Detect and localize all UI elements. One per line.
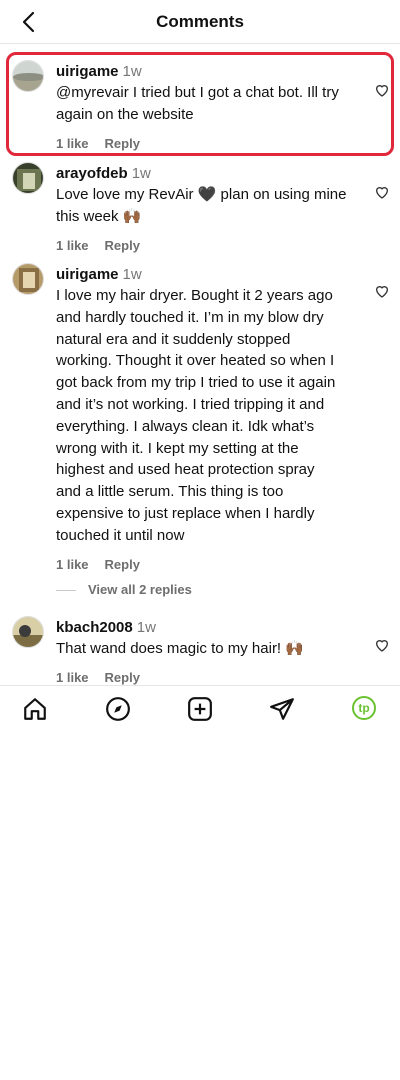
comment-username[interactable]: uirigame	[56, 266, 119, 283]
explore-icon[interactable]	[105, 696, 131, 722]
create-icon[interactable]	[187, 696, 213, 722]
comment-time: 1w	[122, 63, 142, 80]
profile-avatar[interactable]: tp	[352, 696, 376, 720]
comment-text: That wand does magic to my hair! 🙌🏾	[56, 640, 304, 657]
direct-message-icon[interactable]	[269, 696, 295, 722]
like-count[interactable]: 1 like	[56, 136, 89, 151]
reply-button[interactable]: Reply	[105, 136, 140, 151]
comment-username[interactable]: arayofdeb	[56, 165, 128, 182]
avatar[interactable]	[12, 60, 44, 92]
home-icon[interactable]	[22, 696, 48, 722]
comment-time: 1w	[131, 165, 151, 182]
replies-divider	[56, 590, 76, 592]
view-replies-label: View all 2 replies	[88, 582, 192, 597]
header-bar: Comments	[0, 0, 400, 44]
heart-icon[interactable]	[374, 82, 390, 98]
comment-username[interactable]: kbach2008	[56, 619, 133, 636]
page-title: Comments	[156, 12, 244, 31]
avatar[interactable]	[12, 263, 44, 295]
reply-button[interactable]: Reply	[105, 238, 140, 253]
avatar[interactable]	[12, 616, 44, 648]
heart-icon[interactable]	[374, 637, 390, 653]
bottom-tab-bar: tp	[0, 685, 400, 731]
comment-time: 1w	[136, 619, 156, 636]
like-count[interactable]: 1 like	[56, 238, 89, 253]
like-count[interactable]: 1 like	[56, 670, 89, 685]
comment-time: 1w	[122, 266, 142, 283]
heart-icon[interactable]	[374, 283, 390, 299]
view-replies-button[interactable]: View all 2 replies	[56, 582, 192, 597]
reply-button[interactable]: Reply	[105, 670, 140, 685]
heart-icon[interactable]	[374, 184, 390, 200]
reply-button[interactable]: Reply	[105, 557, 140, 572]
comment-text: I love my hair dryer. Bought it 2 years …	[56, 287, 336, 544]
comment-username[interactable]: uirigame	[56, 63, 119, 80]
avatar[interactable]	[12, 162, 44, 194]
comment-text: Love love my RevAir 🖤 plan on using mine…	[56, 186, 347, 225]
like-count[interactable]: 1 like	[56, 557, 89, 572]
comment-text: @myrevair I tried but I got a chat bot. …	[56, 84, 339, 123]
